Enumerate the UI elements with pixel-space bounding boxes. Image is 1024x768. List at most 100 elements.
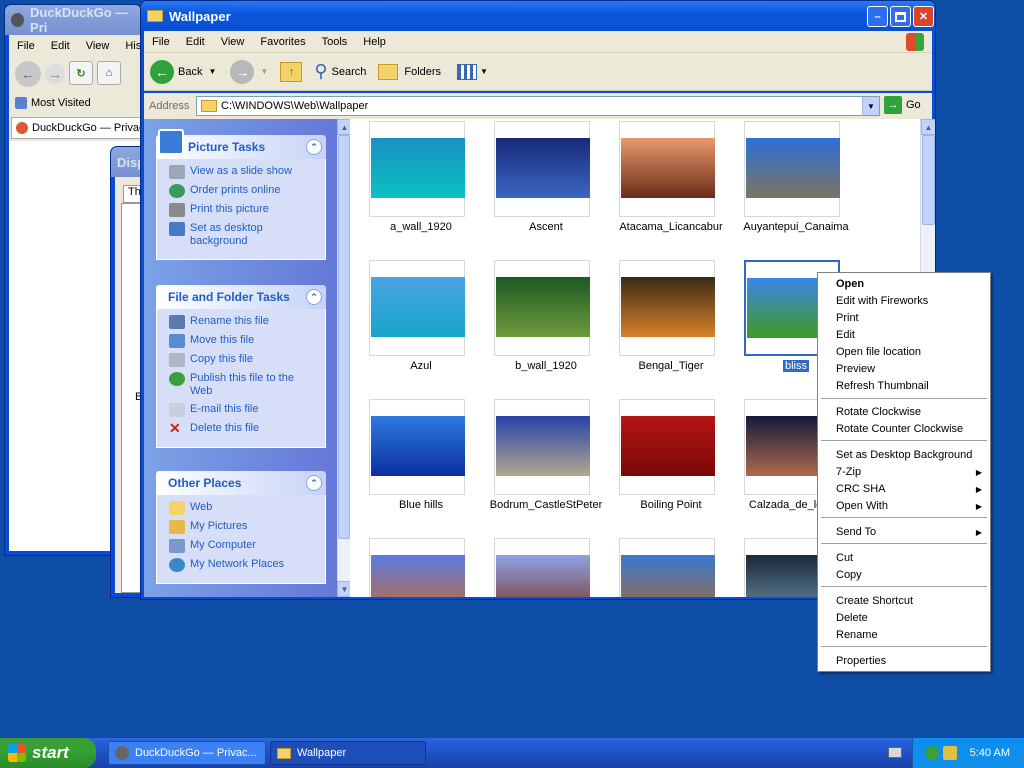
context-menu-item[interactable]: CRC SHA ▶: [836, 482, 982, 497]
thumbnail-frame[interactable]: [619, 538, 715, 597]
folders-button[interactable]: Folders: [378, 63, 441, 80]
ff-reload-icon[interactable]: ↻: [69, 61, 93, 85]
place-my-network[interactable]: My Network Places: [169, 558, 319, 572]
forward-dropdown-icon[interactable]: ▼: [260, 67, 268, 76]
taskbar-item-firefox[interactable]: DuckDuckGo — Privac...: [108, 741, 266, 765]
context-menu-item[interactable]: Delete: [836, 611, 982, 626]
network-tray-icon[interactable]: [925, 746, 939, 760]
taskbar-item-wallpaper[interactable]: Wallpaper: [270, 741, 426, 765]
ff-menu-view[interactable]: View: [78, 40, 118, 52]
thumbnail-frame[interactable]: [494, 121, 590, 217]
menu-edit[interactable]: Edit: [178, 36, 213, 48]
thumbnail-frame[interactable]: [369, 121, 465, 217]
thumbnail-frame[interactable]: [494, 399, 590, 495]
context-menu-item[interactable]: Properties: [836, 654, 982, 669]
context-menu-item[interactable]: Print: [836, 311, 982, 326]
thumbnail-frame[interactable]: [619, 399, 715, 495]
ff-forward-icon[interactable]: →: [45, 64, 65, 84]
other-places-header[interactable]: Other Places ⌃: [156, 471, 326, 495]
thumbnail-frame[interactable]: [494, 260, 590, 356]
task-publish-web[interactable]: Publish this file to the Web: [169, 372, 319, 398]
desktop-icon: [169, 222, 185, 236]
menu-view[interactable]: View: [213, 36, 253, 48]
context-menu-item[interactable]: Preview: [836, 362, 982, 377]
explorer-titlebar[interactable]: Wallpaper: [141, 1, 935, 31]
task-set-desktop-background[interactable]: Set as desktop background: [169, 222, 319, 248]
thumbnail-frame[interactable]: [369, 538, 465, 597]
ff-menu-file[interactable]: File: [9, 40, 43, 52]
back-dropdown-icon[interactable]: ▼: [208, 67, 216, 76]
place-my-pictures[interactable]: My Pictures: [169, 520, 319, 534]
task-email-file[interactable]: E-mail this file: [169, 403, 319, 417]
ff-home-icon[interactable]: ⌂: [97, 61, 121, 85]
task-pane-scrollbar[interactable]: ▲ ▼: [337, 119, 352, 597]
firefox-titlebar[interactable]: DuckDuckGo — Pri: [5, 5, 141, 35]
address-dropdown-icon[interactable]: ▼: [862, 97, 879, 115]
context-menu-item[interactable]: Open: [836, 277, 982, 292]
keyboard-icon[interactable]: [888, 747, 902, 758]
task-print-picture[interactable]: Print this picture: [169, 203, 319, 217]
context-menu-item[interactable]: Refresh Thumbnail: [836, 379, 982, 394]
start-button[interactable]: start: [0, 738, 96, 768]
ff-menu-edit[interactable]: Edit: [43, 40, 78, 52]
file-folder-tasks-header[interactable]: File and Folder Tasks ⌃: [156, 285, 326, 309]
menu-tools[interactable]: Tools: [314, 36, 356, 48]
context-menu-item[interactable]: Rotate Counter Clockwise: [836, 422, 982, 437]
task-rename-file[interactable]: Rename this file: [169, 315, 319, 329]
context-menu-item[interactable]: Cut: [836, 551, 982, 566]
thumbnail-frame[interactable]: [744, 121, 840, 217]
context-menu-item[interactable]: Edit: [836, 328, 982, 343]
thumbnail-frame[interactable]: [619, 121, 715, 217]
context-menu-item[interactable]: Send To ▶: [836, 525, 982, 540]
context-menu-item[interactable]: Set as Desktop Background: [836, 448, 982, 463]
place-web[interactable]: Web: [169, 501, 319, 515]
minimize-button[interactable]: –: [867, 6, 888, 27]
close-button[interactable]: ✕: [913, 6, 934, 27]
context-menu-item[interactable]: Edit with Fireworks: [836, 294, 982, 309]
address-input[interactable]: C:\WINDOWS\Web\Wallpaper ▼: [196, 96, 880, 116]
ff-menu-history[interactable]: Histo: [117, 40, 141, 52]
thumbnail-frame[interactable]: [369, 399, 465, 495]
thumbnail-frame[interactable]: [369, 260, 465, 356]
picture-tasks-header[interactable]: Picture Tasks ⌃: [156, 129, 326, 159]
menu-file[interactable]: File: [144, 36, 178, 48]
context-menu-item[interactable]: Create Shortcut: [836, 594, 982, 609]
volume-tray-icon[interactable]: [943, 746, 957, 760]
place-my-computer[interactable]: My Computer: [169, 539, 319, 553]
search-button[interactable]: ⚲ Search: [314, 61, 366, 82]
task-pane-scroll-thumb[interactable]: [338, 135, 350, 539]
maximize-button[interactable]: [890, 6, 911, 27]
back-button[interactable]: ← Back ▼: [150, 59, 216, 84]
menu-favorites[interactable]: Favorites: [252, 36, 313, 48]
thumbnail-frame[interactable]: [494, 538, 590, 597]
ff-tab[interactable]: DuckDuckGo — Privacy: [11, 117, 141, 139]
collapse-chevron-icon[interactable]: ⌃: [306, 475, 322, 491]
task-copy-file[interactable]: Copy this file: [169, 353, 319, 367]
windows-logo-icon: [906, 33, 924, 51]
collapse-chevron-icon[interactable]: ⌃: [306, 139, 322, 155]
go-button[interactable]: → Go: [884, 96, 921, 114]
task-delete-file[interactable]: ✕ Delete this file: [169, 421, 319, 436]
context-menu-item[interactable]: Copy: [836, 568, 982, 583]
task-view-slideshow[interactable]: View as a slide show: [169, 165, 319, 179]
forward-button[interactable]: → ▼: [230, 59, 268, 84]
context-menu-item[interactable]: Open file location: [836, 345, 982, 360]
context-menu-item[interactable]: Rotate Clockwise: [836, 405, 982, 420]
thumbnail-frame[interactable]: [619, 260, 715, 356]
menu-help[interactable]: Help: [355, 36, 394, 48]
collapse-chevron-icon[interactable]: ⌃: [306, 289, 322, 305]
task-move-file[interactable]: Move this file: [169, 334, 319, 348]
ff-back-icon[interactable]: ←: [15, 61, 41, 87]
task-order-prints[interactable]: Order prints online: [169, 184, 319, 198]
context-menu-item[interactable]: Open With ▶: [836, 499, 982, 514]
scroll-up-icon[interactable]: ▲: [921, 119, 935, 135]
clock[interactable]: 5:40 AM: [970, 747, 1010, 759]
ff-bookmark-most-visited[interactable]: Most Visited: [15, 97, 91, 109]
up-folder-button[interactable]: ↑: [280, 61, 303, 82]
views-button[interactable]: ▼: [457, 63, 488, 80]
context-menu-item[interactable]: 7-Zip ▶: [836, 465, 982, 480]
menu-separator: [821, 586, 987, 587]
search-icon: ⚲: [314, 61, 328, 81]
content-scroll-thumb[interactable]: [922, 135, 935, 225]
context-menu-item[interactable]: Rename: [836, 628, 982, 643]
